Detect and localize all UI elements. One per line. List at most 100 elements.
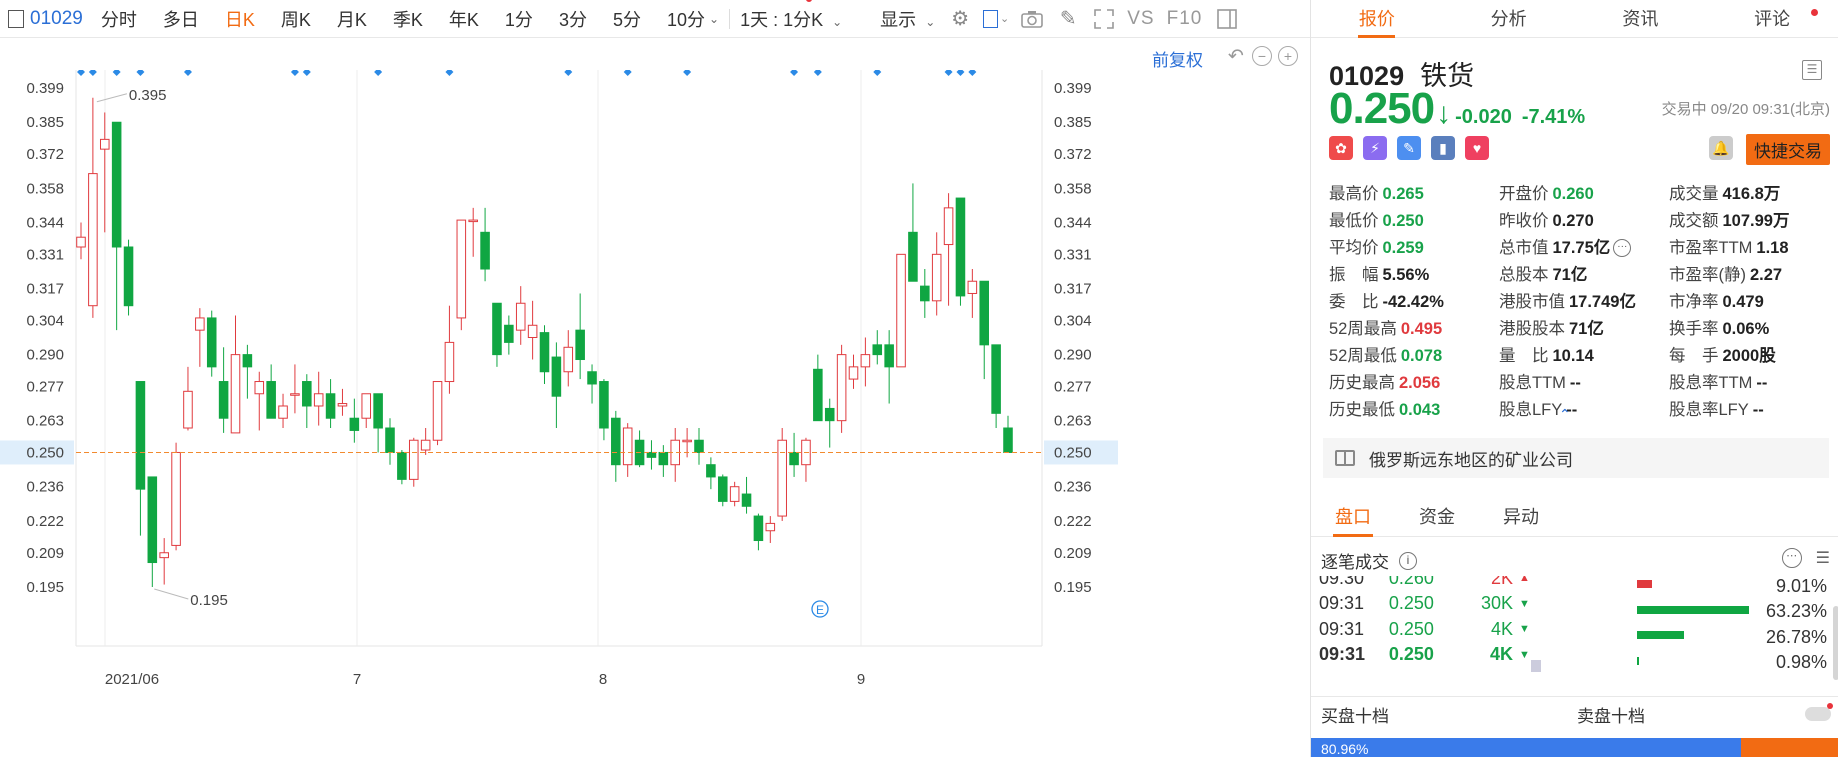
period-tab[interactable]: 分时 — [101, 6, 137, 32]
candle-body — [717, 476, 728, 502]
stat-value: 0.260 — [1552, 184, 1594, 203]
chart-panel: 01029 分时 多日 日K 周K 月K 季K 年K 1分 3分 5分 10分 ⌄ 1天 : 1分K… — [0, 0, 1310, 757]
candle-body — [159, 552, 169, 559]
period-tab[interactable]: 10分 — [667, 6, 705, 32]
more-icon[interactable]: ⋯ — [1781, 548, 1802, 568]
bell-icon[interactable]: 🔔 — [1709, 136, 1733, 160]
quick-trade-button[interactable]: 快捷交易 — [1746, 134, 1830, 165]
trade-status: 交易中 09/20 09:31(北京) — [1661, 101, 1830, 118]
compare-button[interactable]: VS — [1127, 8, 1154, 30]
period-tab[interactable]: 1分 — [505, 6, 533, 32]
candle-body — [349, 417, 360, 431]
quote-tab[interactable]: 资讯 — [1575, 0, 1707, 37]
triangle-up-icon: ▲ — [1519, 576, 1530, 584]
candle-body — [991, 344, 1001, 414]
price-distribution[interactable]: 9.01% 63.23% 26.78% 0.98% — [1543, 576, 1838, 696]
period-tab[interactable]: 日K — [225, 6, 255, 32]
bookmark-icon[interactable]: ▮ — [1431, 136, 1455, 160]
zoom-in-icon[interactable]: + — [1278, 46, 1298, 66]
candle-body — [789, 451, 799, 466]
ticks-title: 逐笔成交 i — [1321, 548, 1417, 573]
buy-book-label: 买盘十档 — [1321, 707, 1389, 726]
max-leader — [96, 93, 128, 103]
menu-icon[interactable]: ☰ — [1816, 548, 1830, 568]
candle-body — [242, 354, 253, 368]
zoom-out-icon[interactable]: − — [1252, 46, 1272, 66]
y-tick-label: 0.358 — [26, 180, 64, 197]
tick-price: 0.250 — [1388, 618, 1434, 639]
settings-icon[interactable]: ⚙ — [947, 6, 973, 32]
event-diamond — [183, 70, 192, 76]
camera-icon[interactable] — [1019, 6, 1045, 32]
lightning-icon[interactable]: ⚡ — [1363, 136, 1387, 160]
pencil-icon[interactable]: ✎ — [1055, 6, 1081, 32]
adjust-mode-button[interactable]: 前复权 — [1152, 46, 1203, 71]
y-tick-label: 0.399 — [1054, 80, 1092, 97]
stat-value: -- — [1752, 400, 1764, 419]
y-tick-label: 0.263 — [1054, 413, 1092, 430]
sidebar-toggle-icon[interactable] — [1214, 6, 1240, 32]
company-description[interactable]: 俄罗斯远东地区的矿业公司 — [1323, 438, 1829, 478]
quote-tab[interactable]: 评论 — [1706, 0, 1838, 37]
stat-label: 最低价 — [1329, 211, 1379, 230]
candle-body — [385, 427, 395, 453]
heart-icon[interactable]: ♥ — [1465, 136, 1489, 160]
chevron-down-icon[interactable]: ⌄ — [709, 12, 719, 26]
candle-body — [444, 341, 455, 383]
y-tick-label: 0.372 — [26, 146, 64, 163]
candle-body — [515, 302, 526, 331]
display-dropdown[interactable]: 显示 ⌄ — [880, 6, 935, 32]
kline-select[interactable]: 1天 : 1分K ⌄ — [740, 0, 842, 32]
reset-icon[interactable]: ↶ — [1226, 46, 1246, 66]
detail-tab[interactable]: 异动 — [1479, 497, 1563, 536]
stat-label: 振 幅 — [1329, 265, 1379, 284]
stat-cell: 历史最低 0.043 — [1329, 396, 1499, 420]
period-tab[interactable]: 年K — [449, 6, 479, 32]
info-icon[interactable]: i — [1399, 551, 1417, 570]
price-change: -0.020 — [1455, 106, 1512, 128]
detail-tab[interactable]: 资金 — [1395, 497, 1479, 536]
y-tick-label: 0.399 — [26, 80, 64, 97]
period-tab[interactable]: 周K — [281, 6, 311, 32]
tag-icon[interactable]: ✎ — [1397, 136, 1421, 160]
collapse-chevron-icon[interactable]: ⌃ — [1559, 406, 1571, 423]
candle-body — [765, 522, 776, 532]
panel-toggle-icon[interactable] — [8, 9, 24, 28]
candle-body — [135, 381, 146, 490]
tick-list[interactable]: 09:30 0.260 2K ▲ 09:31 0.250 30K ▼ 09:31 0.250 4K ▼… — [1311, 576, 1539, 696]
stat-value: -- — [1569, 373, 1581, 392]
quote-tab[interactable]: 分析 — [1443, 0, 1575, 37]
tick-row: 09:31 0.250 4K ▼ — [1319, 615, 1530, 643]
period-tab[interactable]: 3分 — [559, 6, 587, 32]
list-icon[interactable]: ☰ — [1802, 60, 1822, 80]
stat-value: 1.18 — [1756, 238, 1789, 257]
stat-label: 换手率 — [1669, 319, 1719, 338]
triangle-down-icon: ▼ — [1519, 648, 1530, 661]
overlay-select-icon[interactable]: ⌄ — [983, 6, 1009, 32]
candle-body — [432, 381, 443, 441]
detail-tab[interactable]: 盘口 — [1311, 497, 1395, 537]
ticks-scrollbar[interactable] — [1531, 660, 1541, 672]
candle-body — [266, 381, 276, 419]
stat-row: 平均价 0.259 总市值 17.75亿 ··· 市盈率TTM 1.18 — [1329, 232, 1838, 259]
buy-sell-ratio: 80.96% — [1311, 738, 1838, 757]
y-tick-label: 0.304 — [1054, 312, 1092, 329]
stat-label: 52周最高 — [1329, 319, 1397, 338]
order-book-toggle[interactable] — [1805, 703, 1833, 721]
more-icon[interactable]: ··· — [1613, 239, 1632, 258]
period-tab[interactable]: 季K — [393, 6, 423, 32]
hk-flag-icon[interactable]: ✿ — [1329, 136, 1353, 160]
period-tab[interactable]: 多日 — [163, 6, 199, 32]
y-tick-label: 0.331 — [26, 246, 64, 263]
f10-button[interactable]: F10 — [1167, 8, 1203, 30]
stat-cell: 振 幅 5.56% — [1329, 261, 1499, 285]
kline-chart[interactable]: 0.399 0.399 0.385 0.385 0.372 0.372 0.358 0.358… — [0, 70, 1310, 757]
period-tab[interactable]: 月K — [337, 6, 367, 32]
stock-code[interactable]: 01029 — [30, 8, 83, 30]
period-tab[interactable]: 5分 — [613, 6, 641, 32]
quote-tab[interactable]: 报价 — [1311, 0, 1443, 38]
candle-body — [527, 324, 538, 338]
candle-body — [254, 381, 265, 395]
candle-body — [206, 317, 217, 368]
fullscreen-icon[interactable] — [1091, 6, 1117, 32]
